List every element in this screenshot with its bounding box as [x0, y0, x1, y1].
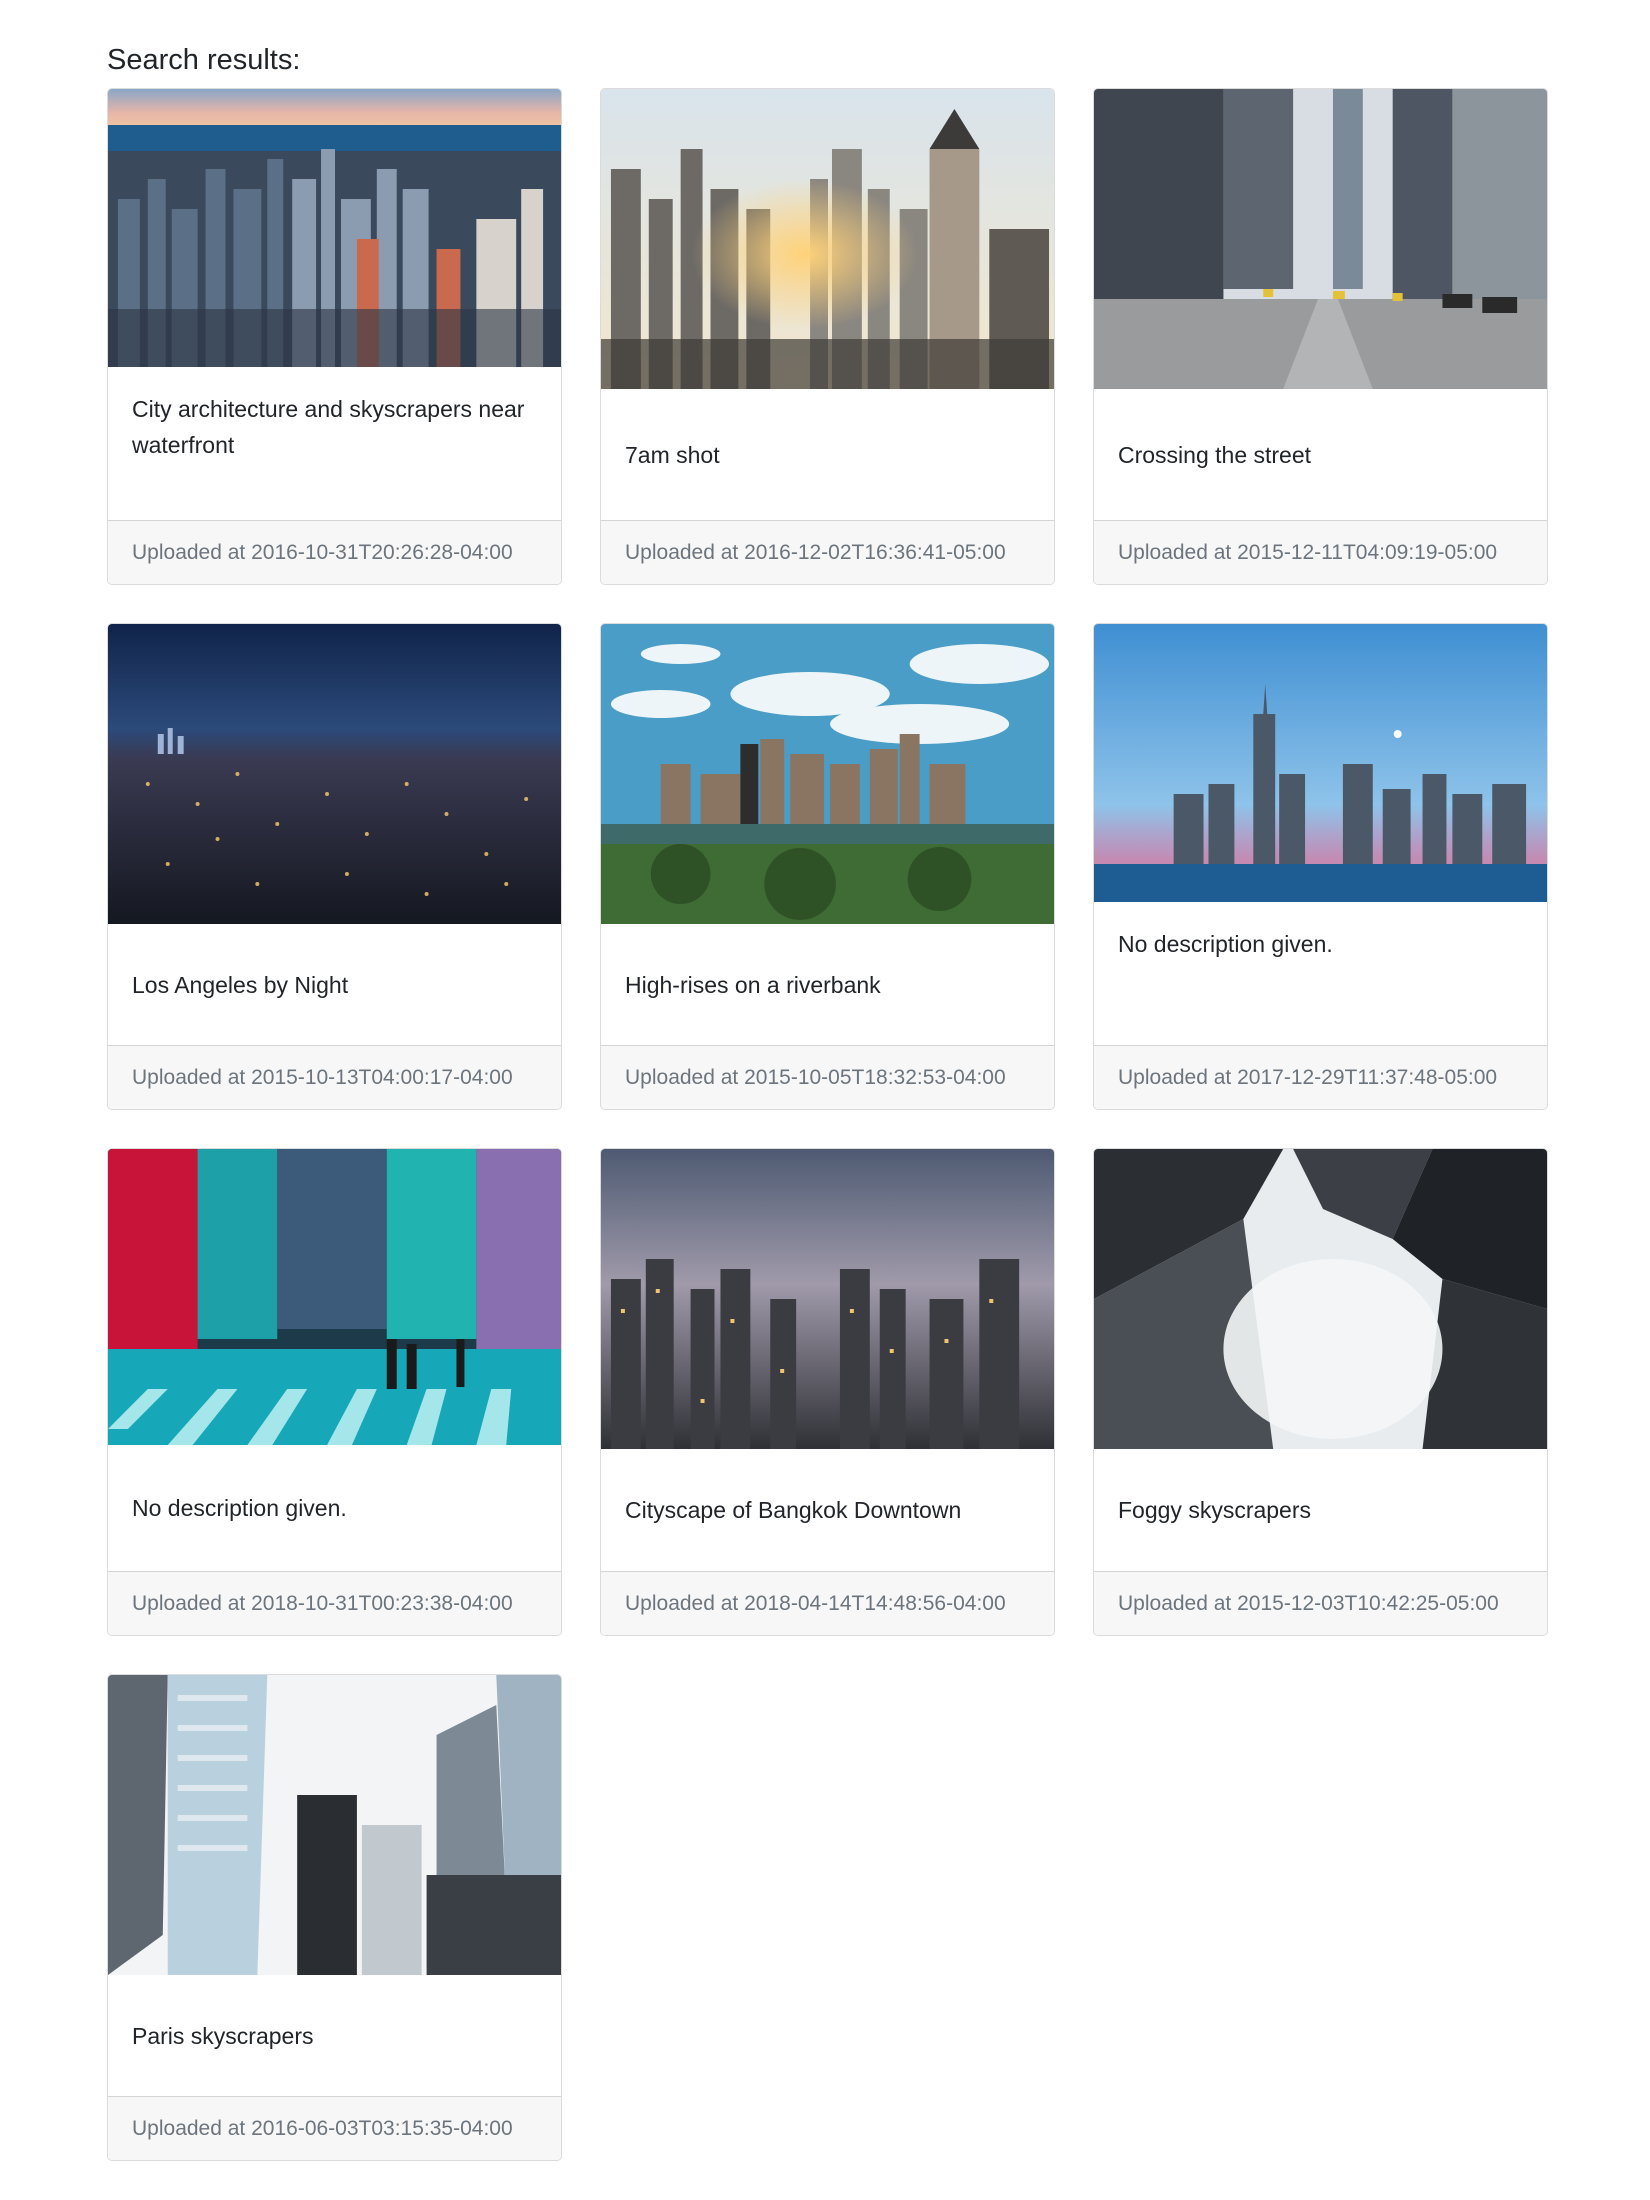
result-image[interactable] — [601, 89, 1054, 389]
results-grid: City architecture and skyscrapers near w… — [107, 88, 1548, 2161]
result-description: High-rises on a riverbank — [625, 971, 881, 998]
result-card[interactable]: Paris skyscrapers Uploaded at 2016-06-03… — [107, 1674, 562, 2161]
uploaded-label: Uploaded at — [625, 1066, 739, 1089]
result-description: No description given. — [1118, 931, 1333, 957]
result-image[interactable] — [1094, 1149, 1547, 1449]
result-image[interactable] — [108, 624, 561, 924]
result-description-area: Los Angeles by Night — [108, 924, 561, 1045]
uploaded-timestamp: 2015-10-13T04:00:17-04:00 — [251, 1066, 513, 1089]
result-description-area: Foggy skyscrapers — [1094, 1449, 1547, 1571]
result-footer: Uploaded at 2016-10-31T20:26:28-04:00 — [108, 520, 561, 584]
result-footer: Uploaded at 2017-12-29T11:37:48-05:00 — [1094, 1045, 1547, 1109]
result-card[interactable]: Foggy skyscrapers Uploaded at 2015-12-03… — [1093, 1148, 1548, 1636]
uploaded-label: Uploaded at — [625, 1592, 739, 1615]
result-image[interactable] — [601, 1149, 1054, 1449]
result-footer: Uploaded at 2015-12-03T10:42:25-05:00 — [1094, 1571, 1547, 1635]
result-card[interactable]: No description given. Uploaded at 2018-1… — [107, 1148, 562, 1636]
uploaded-timestamp: 2015-10-05T18:32:53-04:00 — [744, 1066, 1006, 1089]
uploaded-label: Uploaded at — [132, 1066, 246, 1089]
result-description-area: City architecture and skyscrapers near w… — [108, 367, 561, 520]
result-card[interactable]: 7am shot Uploaded at 2016-12-02T16:36:41… — [600, 88, 1055, 585]
result-description: Foggy skyscrapers — [1118, 1497, 1312, 1523]
uploaded-timestamp: 2018-04-14T14:48:56-04:00 — [744, 1592, 1006, 1615]
result-footer: Uploaded at 2016-12-02T16:36:41-05:00 — [601, 520, 1054, 584]
result-image[interactable] — [108, 89, 561, 367]
uploaded-timestamp: 2015-12-03T10:42:25-05:00 — [1237, 1592, 1499, 1615]
page-title: Search results: — [107, 44, 301, 76]
result-footer: Uploaded at 2015-10-13T04:00:17-04:00 — [108, 1045, 561, 1109]
result-description: City architecture and skyscrapers near w… — [132, 396, 525, 458]
result-description-area: Paris skyscrapers — [108, 1975, 561, 2096]
result-footer: Uploaded at 2018-10-31T00:23:38-04:00 — [108, 1571, 561, 1635]
result-image[interactable] — [1094, 89, 1547, 389]
result-description-area: High-rises on a riverbank — [601, 924, 1054, 1045]
uploaded-label: Uploaded at — [625, 541, 739, 564]
result-description: No description given. — [132, 1495, 347, 1521]
result-description: Cityscape of Bangkok Downtown — [625, 1497, 962, 1523]
uploaded-label: Uploaded at — [132, 2117, 246, 2140]
result-image[interactable] — [601, 624, 1054, 924]
result-image[interactable] — [108, 1149, 561, 1445]
result-footer: Uploaded at 2015-12-11T04:09:19-05:00 — [1094, 520, 1547, 584]
result-card[interactable]: High-rises on a riverbank Uploaded at 20… — [600, 623, 1055, 1110]
result-card[interactable]: No description given. Uploaded at 2017-1… — [1093, 623, 1548, 1110]
result-footer: Uploaded at 2015-10-05T18:32:53-04:00 — [601, 1045, 1054, 1109]
uploaded-timestamp: 2016-12-02T16:36:41-05:00 — [744, 541, 1006, 564]
uploaded-label: Uploaded at — [132, 1592, 246, 1615]
uploaded-timestamp: 2017-12-29T11:37:48-05:00 — [1237, 1066, 1498, 1089]
result-card[interactable]: Cityscape of Bangkok Downtown Uploaded a… — [600, 1148, 1055, 1636]
uploaded-label: Uploaded at — [1118, 541, 1232, 564]
result-description-area: No description given. — [1094, 902, 1547, 1045]
result-description: Crossing the street — [1118, 441, 1312, 468]
result-image[interactable] — [1094, 624, 1547, 902]
result-card[interactable]: City architecture and skyscrapers near w… — [107, 88, 562, 585]
result-card[interactable]: Crossing the street Uploaded at 2015-12-… — [1093, 88, 1548, 585]
uploaded-timestamp: 2016-06-03T03:15:35-04:00 — [251, 2117, 513, 2140]
uploaded-timestamp: 2016-10-31T20:26:28-04:00 — [251, 541, 513, 564]
result-description-area: Crossing the street — [1094, 389, 1547, 520]
uploaded-label: Uploaded at — [1118, 1066, 1232, 1089]
uploaded-timestamp: 2018-10-31T00:23:38-04:00 — [251, 1592, 513, 1615]
result-footer: Uploaded at 2018-04-14T14:48:56-04:00 — [601, 1571, 1054, 1635]
results-container: Search results: City architecture and sk… — [107, 40, 1548, 2161]
uploaded-label: Uploaded at — [1118, 1592, 1232, 1615]
result-description-area: No description given. — [108, 1445, 561, 1571]
result-description-area: 7am shot — [601, 389, 1054, 520]
result-description: Los Angeles by Night — [132, 971, 349, 998]
result-image[interactable] — [108, 1675, 561, 1975]
uploaded-label: Uploaded at — [132, 541, 246, 564]
result-description-area: Cityscape of Bangkok Downtown — [601, 1449, 1054, 1571]
result-footer: Uploaded at 2016-06-03T03:15:35-04:00 — [108, 2096, 561, 2160]
result-description: 7am shot — [625, 441, 720, 468]
result-description: Paris skyscrapers — [132, 2022, 314, 2049]
result-card[interactable]: Los Angeles by Night Uploaded at 2015-10… — [107, 623, 562, 1110]
uploaded-timestamp: 2015-12-11T04:09:19-05:00 — [1237, 541, 1498, 564]
